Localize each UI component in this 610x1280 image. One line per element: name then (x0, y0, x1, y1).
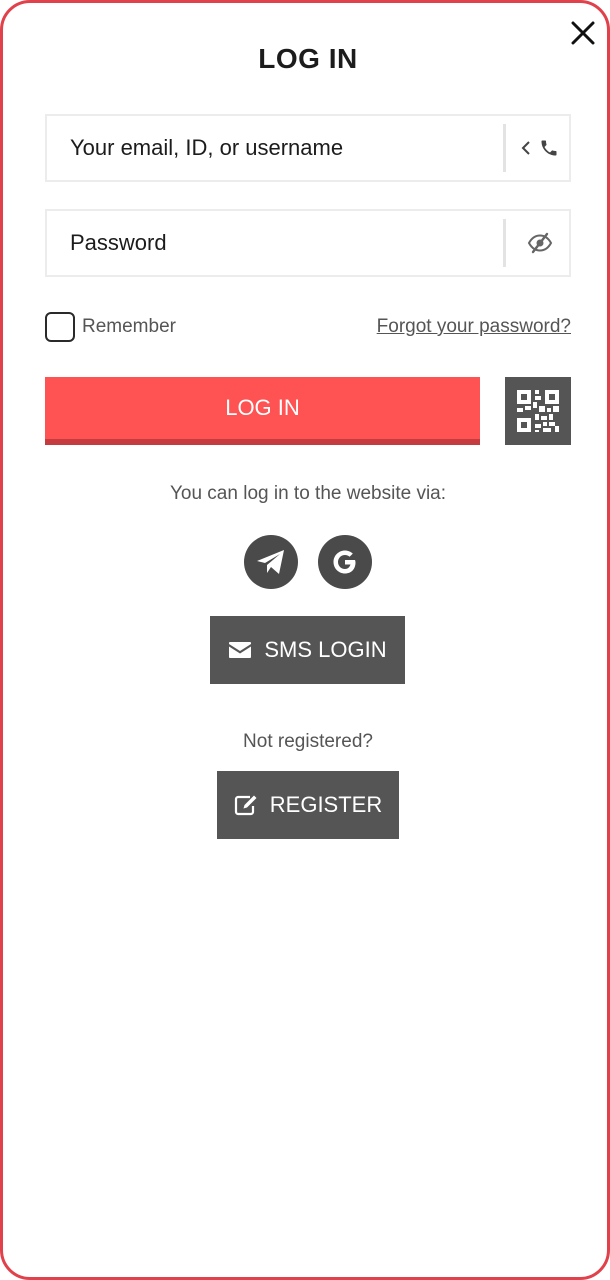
google-login-button[interactable] (318, 535, 372, 589)
login-dialog: LOG IN Remember Forgot your passw (0, 0, 610, 1280)
dialog-title: LOG IN (258, 43, 358, 74)
qr-login-button[interactable] (505, 377, 571, 445)
field-divider (503, 124, 506, 172)
telegram-icon (257, 550, 284, 574)
close-icon (571, 21, 595, 45)
chevron-left-icon (521, 141, 530, 155)
social-login-caption: You can log in to the website via: (169, 483, 447, 504)
login-button[interactable]: LOG IN (45, 377, 480, 445)
google-icon (333, 550, 356, 574)
register-label: REGISTER (269, 792, 383, 817)
sms-login-button[interactable]: SMS LOGIN (210, 616, 405, 684)
not-registered-caption: Not registered? (243, 731, 373, 752)
sms-login-label: SMS LOGIN (264, 637, 387, 662)
forgot-password-link[interactable]: Forgot your password? (377, 316, 571, 338)
eye-slash-icon (527, 232, 553, 254)
login-type-toggle[interactable] (509, 116, 571, 180)
edit-icon (234, 795, 257, 816)
password-field (45, 209, 571, 277)
remember-checkbox[interactable] (45, 312, 75, 342)
remember-row: Remember Forgot your password? (45, 312, 571, 344)
envelope-icon (229, 642, 252, 658)
login-field (45, 114, 571, 182)
password-input[interactable] (47, 211, 503, 275)
register-button[interactable]: REGISTER (217, 771, 399, 839)
qr-code-icon (517, 390, 559, 432)
phone-icon (541, 140, 557, 156)
remember-label: Remember (82, 316, 176, 337)
password-visibility-toggle[interactable] (509, 211, 571, 275)
telegram-login-button[interactable] (244, 535, 298, 589)
field-divider (503, 219, 506, 267)
login-input[interactable] (47, 116, 503, 180)
